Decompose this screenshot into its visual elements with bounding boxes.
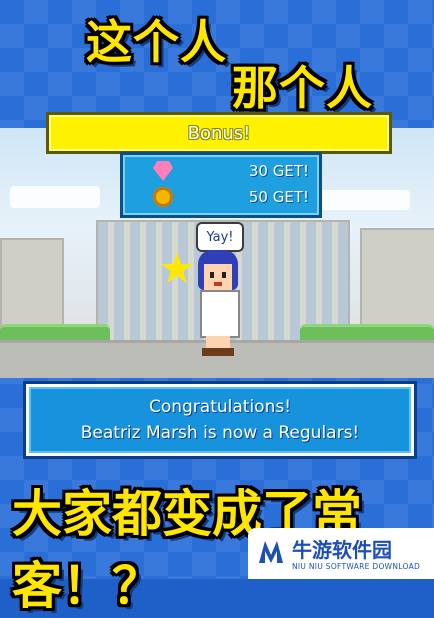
customer-character <box>192 250 244 356</box>
character-eye <box>222 272 226 278</box>
congrats-line2: Beatriz Marsh is now a Regulars! <box>80 423 360 443</box>
coin-icon <box>153 187 173 207</box>
niuniu-logo-icon <box>259 541 283 563</box>
watermark-badge: 牛游软件园 NIU NIU SOFTWARE DOWNLOAD <box>248 528 434 579</box>
gem-amount: 30 GET! <box>248 162 309 180</box>
speech-bubble: Yay! <box>196 222 244 258</box>
speech-text: Yay! <box>206 229 234 245</box>
promo-title-line2: 那个人 <box>232 61 373 115</box>
cloud <box>10 186 100 208</box>
character-eye <box>210 272 214 278</box>
character-mouth <box>214 282 222 286</box>
character-body <box>200 290 240 338</box>
bonus-banner: Bonus! <box>46 112 392 154</box>
promo-title-line1: 这个人 <box>86 15 227 69</box>
coin-amount: 50 GET! <box>248 188 309 206</box>
watermark-title: 牛游软件园 <box>292 538 392 562</box>
reward-row-coins: 50 GET! <box>123 185 319 211</box>
bonus-label: Bonus! <box>187 122 251 144</box>
character-face <box>204 264 232 290</box>
congratulations-dialog[interactable]: Congratulations! Beatriz Marsh is now a … <box>23 381 417 459</box>
congrats-line1: Congratulations! <box>148 397 292 417</box>
reward-row-gems: 30 GET! <box>123 159 319 185</box>
reward-panel: 30 GET! 50 GET! <box>120 152 322 218</box>
gem-icon <box>153 161 173 181</box>
character-shoes <box>202 348 234 356</box>
watermark-subtitle: NIU NIU SOFTWARE DOWNLOAD <box>292 562 421 571</box>
